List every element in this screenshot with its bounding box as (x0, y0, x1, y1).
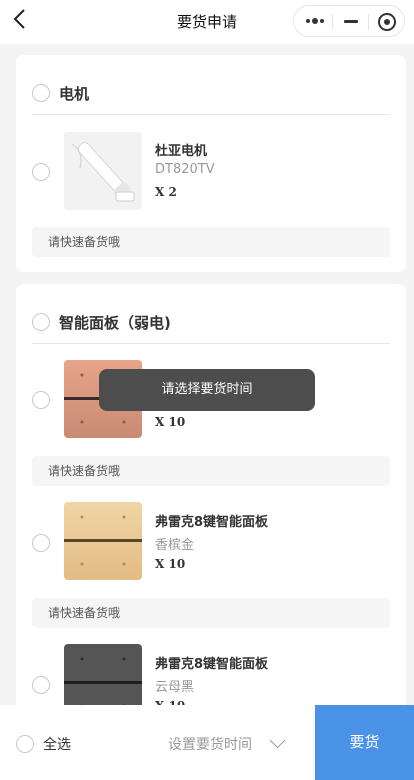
group-title: 电机 (59, 85, 90, 103)
product-quantity: X 10 (155, 557, 186, 571)
mini-program-capsule (293, 5, 405, 37)
product-quantity: X 2 (155, 185, 177, 199)
set-delivery-time[interactable]: 设置要货时间 (168, 734, 252, 754)
product-image-motor (64, 132, 142, 210)
item-select-radio[interactable] (32, 163, 50, 181)
bottom-bar: 全选 设置要货时间 要货 (0, 705, 414, 780)
item-select-radio[interactable] (32, 534, 50, 552)
group-select-radio[interactable] (32, 313, 50, 331)
capsule-divider (368, 14, 369, 30)
product-spec: DT820TV (155, 162, 215, 177)
item-select-radio[interactable] (32, 391, 50, 409)
select-all-radio[interactable] (16, 735, 34, 753)
divider (32, 114, 390, 115)
item-note: 请快速备货哦 (32, 456, 390, 486)
nav-bar: 要货申请 (0, 0, 414, 44)
group-select-radio[interactable] (32, 84, 50, 102)
product-spec: 云母黑 (155, 680, 195, 695)
close-target-icon[interactable] (378, 13, 396, 31)
group-card-motor: 电机 杜亚电机 DT820TV X 2 请快速备货哦 (16, 55, 406, 272)
group-card-smart-panel: 智能面板（弱电) X 10 请快速备货哦 弗雷克8键智能面板 香槟金 X 10 … (16, 284, 406, 724)
product-quantity: X 10 (155, 415, 186, 429)
product-name: 杜亚电机 (155, 144, 208, 159)
divider (32, 343, 390, 344)
item-note: 请快速备货哦 (32, 227, 390, 257)
capsule-divider (332, 14, 333, 30)
more-dots-icon[interactable] (306, 18, 326, 25)
product-name: 弗雷克8键智能面板 (155, 515, 269, 530)
order-button[interactable]: 要货 (315, 705, 414, 780)
minimize-icon[interactable] (344, 20, 358, 23)
product-name: 弗雷克8键智能面板 (155, 657, 269, 672)
product-spec: 香槟金 (155, 538, 195, 553)
chevron-down-icon[interactable] (269, 732, 286, 749)
product-image-panel-gold (64, 502, 142, 580)
toast-message: 请选择要货时间 (99, 369, 315, 411)
item-note: 请快速备货哦 (32, 598, 390, 628)
select-all-label[interactable]: 全选 (43, 734, 71, 754)
item-select-radio[interactable] (32, 676, 50, 694)
group-title: 智能面板（弱电) (59, 314, 171, 332)
